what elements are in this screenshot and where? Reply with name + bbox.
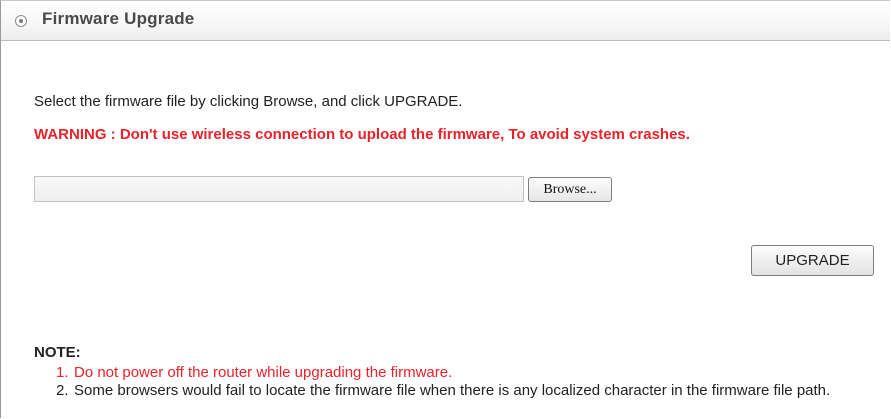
note-list: 1. Do not power off the router while upg… bbox=[34, 364, 884, 400]
browse-button[interactable]: Browse... bbox=[528, 177, 612, 202]
note-number: 1. bbox=[56, 364, 69, 381]
radio-icon bbox=[15, 15, 27, 27]
note-item: 1. Do not power off the router while upg… bbox=[34, 364, 884, 382]
firmware-file-input[interactable] bbox=[34, 176, 524, 202]
note-text: Do not power off the router while upgrad… bbox=[74, 364, 453, 381]
page-title: Firmware Upgrade bbox=[42, 9, 195, 28]
note-label: NOTE: bbox=[34, 344, 81, 361]
panel-frame bbox=[0, 0, 890, 418]
panel-header: Firmware Upgrade bbox=[1, 1, 890, 41]
warning-text: WARNING : Don't use wireless connection … bbox=[34, 126, 690, 143]
note-number: 2. bbox=[56, 382, 69, 399]
note-text: Some browsers would fail to locate the f… bbox=[74, 382, 831, 399]
note-item: 2. Some browsers would fail to locate th… bbox=[34, 382, 884, 400]
instruction-text: Select the firmware file by clicking Bro… bbox=[34, 93, 463, 110]
upgrade-button[interactable]: UPGRADE bbox=[751, 245, 874, 276]
